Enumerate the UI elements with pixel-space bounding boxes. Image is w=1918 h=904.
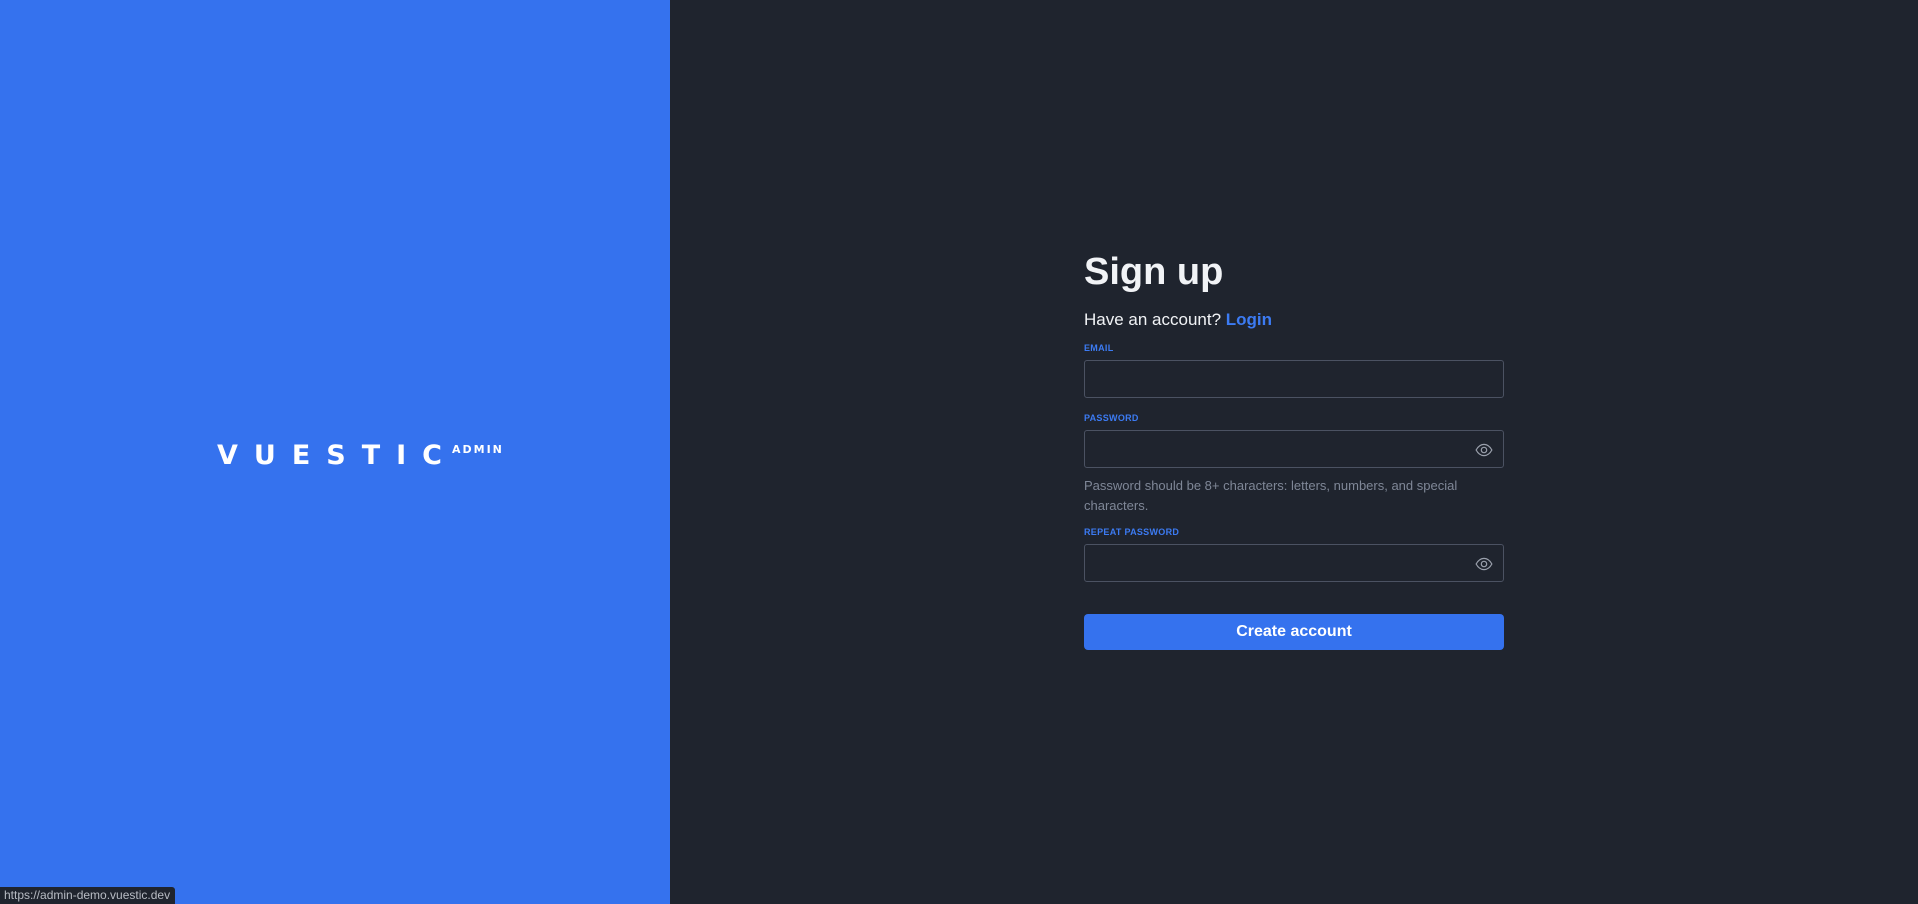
repeat-password-field-group: REPEAT PASSWORD xyxy=(1084,526,1504,582)
password-field[interactable] xyxy=(1085,431,1503,467)
password-hint: Password should be 8+ characters: letter… xyxy=(1084,478,1458,513)
page-title: Sign up xyxy=(1084,251,1224,293)
create-account-button[interactable]: Create account xyxy=(1084,614,1504,650)
password-field-group: PASSWORD Password should be 8+ character… xyxy=(1084,412,1504,516)
email-label: EMAIL xyxy=(1084,343,1114,353)
brand-panel: VUESTIC ADMIN https://admin-demo.vuestic… xyxy=(0,0,670,904)
status-bar-url: https://admin-demo.vuestic.dev xyxy=(0,887,176,904)
repeat-password-input-wrapper xyxy=(1084,544,1504,582)
eye-icon[interactable] xyxy=(1475,555,1493,573)
password-input-wrapper xyxy=(1084,430,1504,468)
vuestic-admin-logo: VUESTIC ADMIN xyxy=(217,440,504,472)
logo-main-text: VUESTIC xyxy=(217,440,458,471)
have-account-text: Have an account? xyxy=(1084,310,1222,329)
email-field-group: EMAIL xyxy=(1084,342,1504,398)
login-link[interactable]: Login xyxy=(1226,310,1272,329)
email-input-wrapper xyxy=(1084,360,1504,398)
logo-sub-text: ADMIN xyxy=(452,443,504,456)
password-label: PASSWORD xyxy=(1084,413,1139,423)
have-account-line: Have an account? Login xyxy=(1084,308,1504,332)
signup-form: Sign up Have an account? Login EMAIL PAS… xyxy=(1084,248,1504,650)
eye-icon[interactable] xyxy=(1475,441,1493,459)
form-panel: Sign up Have an account? Login EMAIL PAS… xyxy=(670,0,1918,904)
signup-page: VUESTIC ADMIN https://admin-demo.vuestic… xyxy=(0,0,1918,904)
repeat-password-field[interactable] xyxy=(1085,545,1503,581)
repeat-password-label: REPEAT PASSWORD xyxy=(1084,527,1180,537)
email-field[interactable] xyxy=(1085,361,1503,397)
